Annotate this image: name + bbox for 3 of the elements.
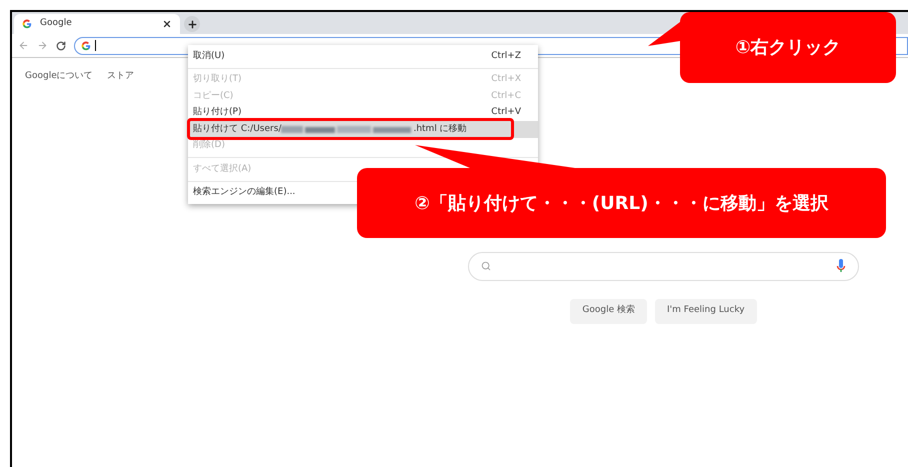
tab-title: Google bbox=[40, 17, 73, 30]
callout-text: ①右クリック bbox=[735, 36, 841, 60]
callout-text: ②「貼り付けて・・・(URL)・・・に移動」を選択 bbox=[414, 192, 828, 216]
